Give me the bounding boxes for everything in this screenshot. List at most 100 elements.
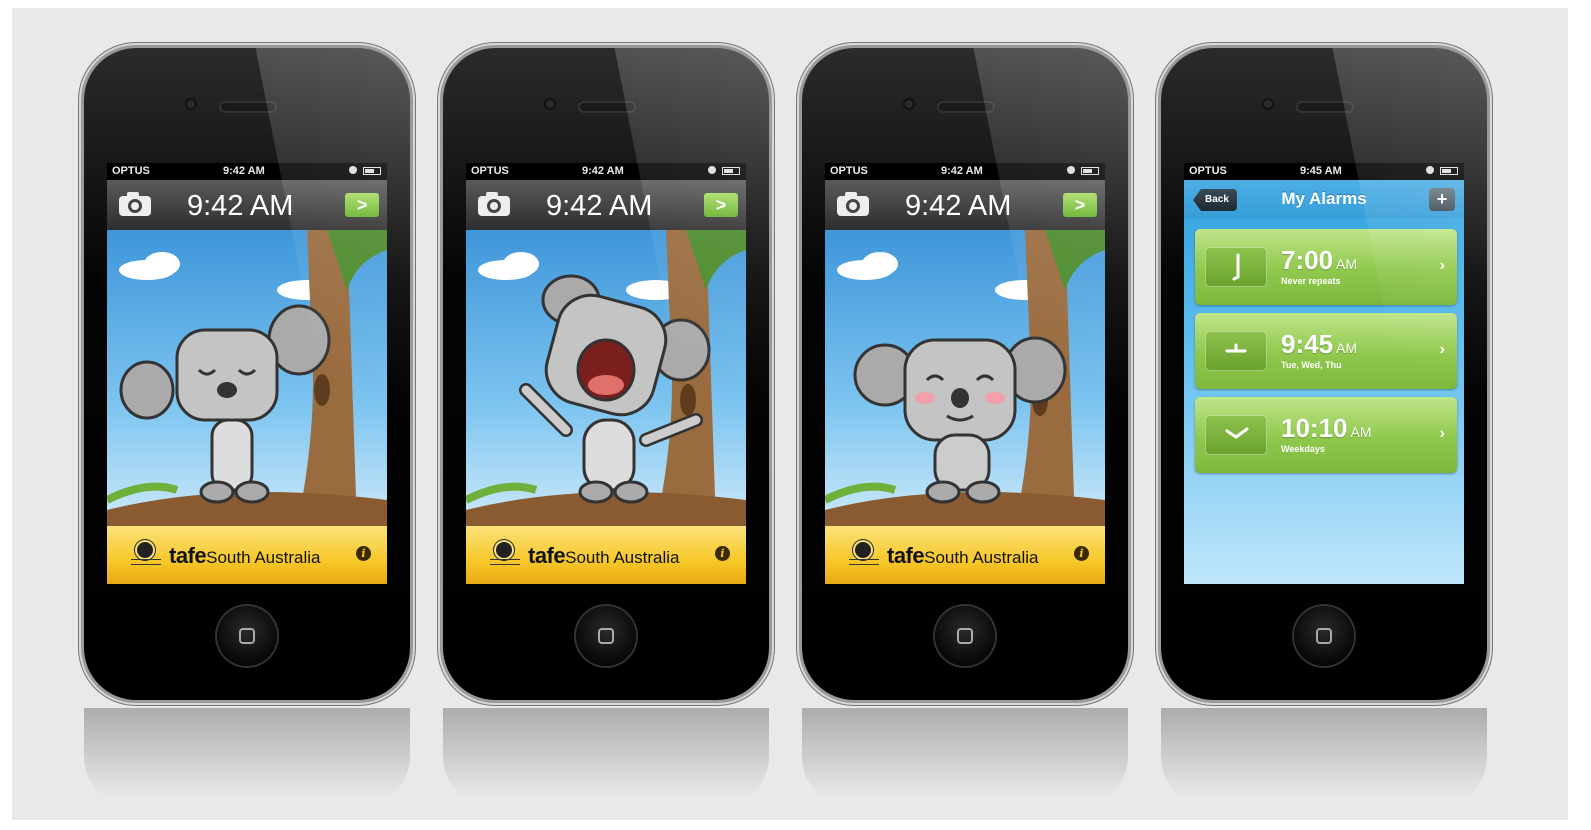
alarm-row[interactable]: 9:45 AM Tue, Wed, Thu › — [1195, 313, 1457, 389]
koala-yawning-illustration — [466, 230, 746, 526]
alarm-ampm: AM — [1336, 340, 1358, 356]
phone-reflection — [84, 708, 410, 808]
rotation-lock-icon — [1426, 166, 1434, 174]
seal-caption-lines — [490, 559, 520, 565]
government-seal-icon — [855, 542, 871, 558]
brand-label: tafeSouth Australia — [528, 543, 679, 569]
status-time: 9:42 AM — [582, 165, 624, 177]
carrier-label: OPTUS — [830, 165, 868, 177]
alarm-repeat: Tue, Wed, Thu — [1281, 360, 1342, 370]
add-alarm-button[interactable]: + — [1429, 188, 1455, 211]
koala-sleeping-illustration — [107, 230, 387, 526]
lock-screen: OPTUS 9:42 AM 9:42 AM > tafeSouth Austra… — [825, 163, 1105, 584]
clock-time: 9:42 AM — [546, 190, 653, 222]
alarms-screen: OPTUS 9:45 AM Back My Alarms + 7:00 AM Ne… — [1184, 163, 1464, 584]
government-seal-icon — [496, 542, 512, 558]
front-camera — [187, 100, 195, 108]
home-square-icon — [239, 628, 255, 644]
koala-scene — [107, 230, 387, 526]
clock-icon — [1205, 331, 1267, 371]
status-bar: OPTUS 9:42 AM — [107, 163, 387, 180]
status-bar: OPTUS 9:42 AM — [466, 163, 746, 180]
phone-reflection — [802, 708, 1128, 808]
tafe-footer: tafeSouth Australia i — [466, 526, 746, 584]
home-square-icon — [598, 628, 614, 644]
lock-screen: OPTUS 9:42 AM 9:42 AM > tafeSouth Austra… — [107, 163, 387, 584]
phone-reflection — [443, 708, 769, 808]
alarm-time: 9:45 AM — [1281, 329, 1357, 360]
showcase-background: OPTUS 9:42 AM 9:42 AM > tafeSouth Austra… — [12, 8, 1568, 820]
camera-icon[interactable] — [117, 190, 153, 218]
clock-bar: 9:42 AM > — [466, 180, 746, 230]
alarm-time-value: 10:10 — [1281, 413, 1348, 443]
battery-icon — [363, 167, 381, 175]
carrier-label: OPTUS — [471, 165, 509, 177]
iphone-4: OPTUS 9:45 AM Back My Alarms + 7:00 AM Ne… — [1161, 48, 1487, 700]
iphone-1: OPTUS 9:42 AM 9:42 AM > tafeSouth Austra… — [84, 48, 410, 700]
clock-time: 9:42 AM — [187, 190, 294, 222]
clock-icon — [1205, 247, 1267, 287]
front-camera — [546, 100, 554, 108]
status-bar: OPTUS 9:42 AM — [825, 163, 1105, 180]
brand-rest: South Australia — [924, 548, 1039, 567]
rotation-lock-icon — [1067, 166, 1075, 174]
alarm-row[interactable]: 10:10 AM Weekdays › — [1195, 397, 1457, 473]
home-square-icon — [957, 628, 973, 644]
seal-caption-lines — [131, 559, 161, 565]
alarm-time-value: 7:00 — [1281, 245, 1334, 275]
rotation-lock-icon — [349, 166, 357, 174]
tafe-footer: tafeSouth Australia i — [825, 526, 1105, 584]
navigation-bar: Back My Alarms + — [1184, 180, 1464, 218]
alarm-ampm: AM — [1336, 256, 1358, 272]
chevron-right-icon: › — [1439, 341, 1445, 358]
earpiece-speaker — [580, 103, 634, 111]
brand-label: tafeSouth Australia — [887, 543, 1038, 569]
koala-scene — [825, 230, 1105, 526]
info-icon[interactable]: i — [1074, 546, 1089, 561]
status-time: 9:42 AM — [941, 165, 983, 177]
earpiece-speaker — [1298, 103, 1352, 111]
phone-reflection — [1161, 708, 1487, 808]
clock-time: 9:42 AM — [905, 190, 1012, 222]
front-camera — [1264, 100, 1272, 108]
lock-screen: OPTUS 9:42 AM 9:42 AM > tafeSouth Austra… — [466, 163, 746, 584]
info-icon[interactable]: i — [356, 546, 371, 561]
home-button[interactable] — [217, 606, 277, 666]
rotation-lock-icon — [708, 166, 716, 174]
koala-scene — [466, 230, 746, 526]
alarm-time-value: 9:45 — [1281, 329, 1334, 359]
camera-icon[interactable] — [476, 190, 512, 218]
alarm-time: 7:00 AM — [1281, 245, 1357, 276]
clock-icon — [1205, 415, 1267, 455]
iphone-2: OPTUS 9:42 AM 9:42 AM > tafeSouth Austra… — [443, 48, 769, 700]
earpiece-speaker — [939, 103, 993, 111]
home-button[interactable] — [1294, 606, 1354, 666]
home-button[interactable] — [576, 606, 636, 666]
home-button[interactable] — [935, 606, 995, 666]
battery-icon — [1440, 167, 1458, 175]
brand-label: tafeSouth Australia — [169, 543, 320, 569]
status-time: 9:42 AM — [223, 165, 265, 177]
clock-bar: 9:42 AM > — [107, 180, 387, 230]
government-seal-icon — [137, 542, 153, 558]
home-square-icon — [1316, 628, 1332, 644]
chevron-right-icon: › — [1439, 425, 1445, 442]
info-icon[interactable]: i — [715, 546, 730, 561]
alarm-repeat: Weekdays — [1281, 444, 1325, 454]
brand-bold: tafe — [528, 543, 566, 568]
front-camera — [905, 100, 913, 108]
page-title: My Alarms — [1281, 189, 1367, 208]
alarm-list-view: Back My Alarms + 7:00AM Never repeats › — [1184, 180, 1464, 584]
tafe-footer: tafeSouth Australia i — [107, 526, 387, 584]
unlock-arrow-button[interactable]: > — [345, 193, 379, 217]
brand-rest: South Australia — [565, 548, 680, 567]
unlock-arrow-button[interactable]: > — [1063, 193, 1097, 217]
unlock-arrow-button[interactable]: > — [704, 193, 738, 217]
battery-icon — [722, 167, 740, 175]
brand-bold: tafe — [169, 543, 207, 568]
camera-icon[interactable] — [835, 190, 871, 218]
alarm-ampm: AM — [1350, 424, 1372, 440]
battery-icon — [1081, 167, 1099, 175]
carrier-label: OPTUS — [1189, 165, 1227, 177]
alarm-row[interactable]: 7:00 AM Never repeats › — [1195, 229, 1457, 305]
